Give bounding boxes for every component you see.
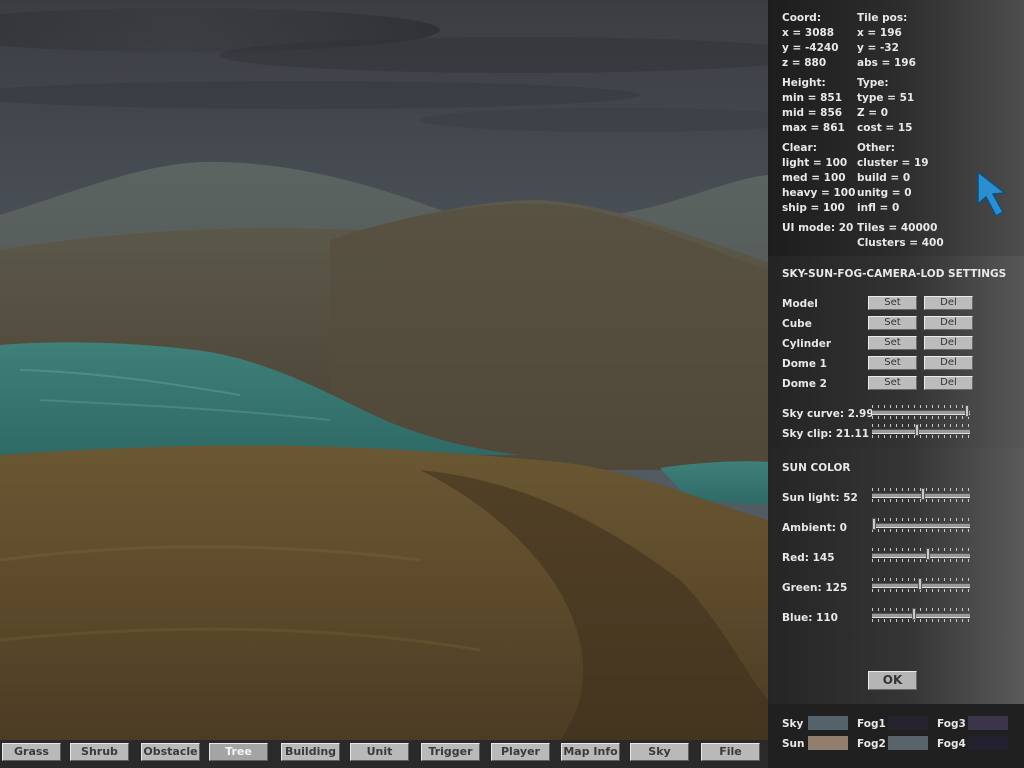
cylinder-set-button[interactable]: Set	[868, 336, 917, 350]
tile-y: y = -32	[857, 42, 899, 54]
sun-color-title: SUN COLOR	[782, 462, 851, 474]
toolbar-button-unit[interactable]: Unit	[350, 743, 409, 761]
slider-thumb[interactable]	[915, 424, 920, 436]
toolbar-button-grass[interactable]: Grass	[2, 743, 61, 761]
height-max: max = 861	[782, 122, 845, 134]
model-del-button[interactable]: Del	[924, 296, 973, 310]
clusters-count: Clusters = 400	[857, 237, 944, 249]
toolbar-button-map-info[interactable]: Map Info	[561, 743, 620, 761]
mouse-cursor-icon	[977, 171, 1006, 217]
slider-thumb[interactable]	[872, 518, 876, 530]
red-slider[interactable]	[872, 547, 970, 563]
slider-thumb[interactable]	[920, 488, 925, 500]
type-cost: cost = 15	[857, 122, 913, 134]
blue-slider[interactable]	[872, 607, 970, 623]
blue-label: Blue: 110	[782, 612, 838, 624]
fog3-color-swatch[interactable]	[968, 716, 1008, 730]
cylinder-del-button[interactable]: Del	[924, 336, 973, 350]
model-set-button[interactable]: Set	[868, 296, 917, 310]
clear-ship: ship = 100	[782, 202, 845, 214]
sun-color-section: SUN COLOR Sun light: 52 Ambient: 0 Red: …	[768, 448, 1024, 704]
tile-pos-label: Tile pos:	[857, 12, 908, 24]
fog1-color-swatch[interactable]	[888, 716, 928, 730]
fog4-swatch-label: Fog4	[937, 738, 966, 750]
ambient-label: Ambient: 0	[782, 522, 847, 534]
sun-light-label: Sun light: 52	[782, 492, 858, 504]
sky-settings-title: SKY-SUN-FOG-CAMERA-LOD SETTINGS	[782, 268, 1007, 280]
tile-x: x = 196	[857, 27, 902, 39]
slider-thumb[interactable]	[918, 578, 923, 590]
cube-del-button[interactable]: Del	[924, 316, 973, 330]
type-value: type = 51	[857, 92, 915, 104]
coord-x: x = 3088	[782, 27, 835, 39]
height-min: min = 851	[782, 92, 843, 104]
sky-clip-label: Sky clip: 21.11	[782, 428, 870, 440]
terrain-scene	[0, 0, 768, 740]
other-unitg: unitg = 0	[857, 187, 912, 199]
coord-z: z = 880	[782, 57, 827, 69]
editor-panel: Coord: x = 3088 y = -4240 z = 880 Tile p…	[768, 0, 1024, 768]
toolbar-button-shrub[interactable]: Shrub	[70, 743, 129, 761]
tiles-count: Tiles = 40000	[857, 222, 938, 234]
toolbar-button-tree[interactable]: Tree	[209, 743, 268, 761]
clear-label: Clear:	[782, 142, 817, 154]
ok-button[interactable]: OK	[868, 671, 917, 690]
green-label: Green: 125	[782, 582, 848, 594]
sun-color-swatch[interactable]	[808, 736, 848, 750]
slider-thumb[interactable]	[965, 405, 970, 417]
red-label: Red: 145	[782, 552, 835, 564]
sky-curve-label: Sky curve: 2.99	[782, 408, 874, 420]
type-z: Z = 0	[857, 107, 889, 119]
sky-row-label: Cylinder	[782, 338, 832, 350]
type-label: Type:	[857, 77, 889, 89]
fog2-swatch-label: Fog2	[857, 738, 886, 750]
slider-thumb[interactable]	[925, 548, 930, 560]
dome-2-del-button[interactable]: Del	[924, 376, 973, 390]
sky-color-swatch[interactable]	[808, 716, 848, 730]
toolbar-button-building[interactable]: Building	[281, 743, 340, 761]
slider-thumb[interactable]	[912, 608, 917, 620]
coord-label: Coord:	[782, 12, 822, 24]
green-slider[interactable]	[872, 577, 970, 593]
other-build: build = 0	[857, 172, 911, 184]
toolbar-button-player[interactable]: Player	[491, 743, 550, 761]
dome-1-del-button[interactable]: Del	[924, 356, 973, 370]
sky-curve-slider[interactable]	[872, 404, 970, 420]
sky-row-label: Model	[782, 298, 818, 310]
clear-light: light = 100	[782, 157, 848, 169]
clear-med: med = 100	[782, 172, 846, 184]
color-swatch-section: Sky Sun Fog1 Fog2 Fog3 Fog4	[768, 704, 1024, 768]
terrain-viewport[interactable]	[0, 0, 768, 740]
ui-mode: UI mode: 20	[782, 222, 854, 234]
toolbar-button-obstacle[interactable]: Obstacle	[141, 743, 200, 761]
bottom-toolbar: Grass Shrub Obstacle Tree Building Unit …	[0, 740, 768, 768]
toolbar-button-file[interactable]: File	[701, 743, 760, 761]
fog4-color-swatch[interactable]	[968, 736, 1008, 750]
other-label: Other:	[857, 142, 895, 154]
fog2-color-swatch[interactable]	[888, 736, 928, 750]
sky-clip-slider[interactable]	[872, 423, 970, 439]
sky-row-label: Dome 1	[782, 358, 827, 370]
other-infl: infl = 0	[857, 202, 900, 214]
cube-set-button[interactable]: Set	[868, 316, 917, 330]
dome-2-set-button[interactable]: Set	[868, 376, 917, 390]
sky-swatch-label: Sky	[782, 718, 804, 730]
coord-y: y = -4240	[782, 42, 839, 54]
toolbar-button-trigger[interactable]: Trigger	[421, 743, 480, 761]
clear-heavy: heavy = 100	[782, 187, 856, 199]
dome-1-set-button[interactable]: Set	[868, 356, 917, 370]
other-cluster: cluster = 19	[857, 157, 929, 169]
sky-row-label: Cube	[782, 318, 812, 330]
height-label: Height:	[782, 77, 826, 89]
tile-abs: abs = 196	[857, 57, 916, 69]
sky-settings-section: SKY-SUN-FOG-CAMERA-LOD SETTINGS Model Se…	[768, 256, 1024, 448]
ambient-slider[interactable]	[872, 517, 970, 533]
sun-swatch-label: Sun	[782, 738, 805, 750]
fog1-swatch-label: Fog1	[857, 718, 886, 730]
sky-row-label: Dome 2	[782, 378, 827, 390]
fog3-swatch-label: Fog3	[937, 718, 966, 730]
toolbar-button-sky[interactable]: Sky	[630, 743, 689, 761]
height-mid: mid = 856	[782, 107, 843, 119]
sun-light-slider[interactable]	[872, 487, 970, 503]
